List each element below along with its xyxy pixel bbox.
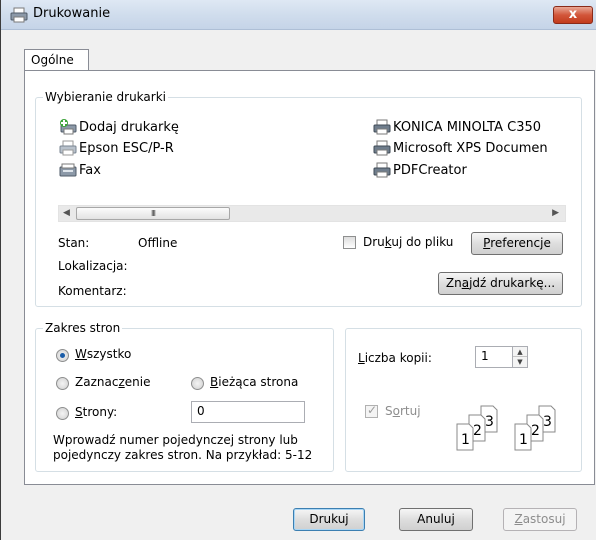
close-button[interactable]: x bbox=[553, 6, 593, 24]
radio-selection[interactable] bbox=[56, 377, 69, 390]
printer-name: KONICA MINOLTA C350 bbox=[393, 119, 542, 135]
page-range-hint-line2: pojedynczy zakres stron. Na przykład: 5-… bbox=[53, 448, 313, 462]
radio-current-page-label[interactable]: Bieżąca strona bbox=[210, 375, 298, 389]
window-title: Drukowanie bbox=[33, 6, 111, 21]
printer-icon bbox=[10, 7, 28, 23]
label-part: trony: bbox=[82, 405, 118, 419]
page-range-legend: Zakres stron bbox=[43, 321, 123, 335]
access-key: o bbox=[392, 404, 400, 418]
printer-item-epson[interactable]: Epson ESC/P-R bbox=[59, 139, 174, 157]
comment-label: Komentarz: bbox=[58, 284, 127, 298]
location-label: Lokalizacja: bbox=[58, 259, 128, 273]
scrollbar-thumb[interactable]: III bbox=[76, 207, 230, 220]
radio-all[interactable] bbox=[56, 349, 69, 362]
collate-checkbox[interactable]: ✓ bbox=[365, 403, 378, 418]
access-key: Z bbox=[514, 512, 523, 526]
access-key: L bbox=[358, 351, 365, 365]
label-part: enie bbox=[124, 375, 151, 389]
tab-general[interactable]: Ogólne bbox=[24, 49, 89, 71]
access-key: a bbox=[461, 276, 470, 290]
radio-pages-label[interactable]: Strony: bbox=[75, 405, 117, 419]
access-key: B bbox=[210, 375, 219, 389]
printer-item-add-printer[interactable]: Dodaj drukarkę bbox=[59, 118, 179, 136]
button-label: astosuj bbox=[522, 512, 566, 526]
printer-name: Fax bbox=[79, 162, 101, 178]
printer-icon bbox=[59, 140, 77, 156]
svg-text:2: 2 bbox=[531, 423, 540, 439]
button-label: referencje bbox=[490, 236, 551, 250]
copies-spinner[interactable]: ▲ ▼ bbox=[512, 346, 528, 368]
radio-pages[interactable] bbox=[56, 407, 69, 420]
printer-name: Dodaj drukarkę bbox=[79, 119, 179, 135]
fax-icon bbox=[59, 163, 77, 177]
svg-text:1: 1 bbox=[461, 432, 470, 448]
radio-all-label[interactable]: Wszystko bbox=[75, 347, 131, 361]
svg-text:1: 1 bbox=[519, 432, 528, 448]
printer-item-konica[interactable]: KONICA MINOLTA C350 bbox=[373, 118, 541, 136]
copies-input[interactable]: 1 bbox=[475, 346, 513, 368]
print-to-file-label[interactable]: Drukuj do pliku bbox=[363, 235, 453, 249]
collate-pages-icon: 3 2 1 3 2 1 bbox=[456, 405, 556, 451]
label-part: uj do pliku bbox=[391, 235, 454, 249]
label-part: iczba kopii: bbox=[364, 351, 432, 365]
page-range-hint-line1: Wprowadź numer pojedynczej strony lub bbox=[53, 433, 298, 447]
tab-general-label: Ogólne bbox=[31, 53, 74, 67]
pages-input[interactable]: 0 bbox=[191, 401, 305, 423]
label-part: rtuj bbox=[399, 404, 421, 418]
status-label: Stan: bbox=[58, 236, 90, 250]
title-bar[interactable]: Drukowanie x bbox=[1, 0, 596, 30]
print-button[interactable]: Drukuj bbox=[293, 508, 365, 531]
printer-icon bbox=[373, 119, 391, 135]
print-dialog: Drukowanie x Ogólne Wybieranie drukarki … bbox=[0, 0, 596, 540]
button-label: Zn bbox=[445, 276, 462, 290]
printer-item-fax[interactable]: Fax bbox=[59, 161, 101, 179]
access-key: W bbox=[75, 347, 87, 361]
radio-selected-dot bbox=[60, 353, 65, 358]
button-label: jdź drukarkę... bbox=[469, 276, 556, 290]
scroll-left-icon[interactable]: ◀ bbox=[63, 208, 70, 218]
printer-selection-legend: Wybieranie drukarki bbox=[43, 90, 168, 104]
print-to-file-checkbox[interactable] bbox=[343, 236, 356, 249]
spin-up-icon[interactable]: ▲ bbox=[513, 347, 527, 357]
close-icon: x bbox=[568, 7, 578, 22]
checkmark-icon: ✓ bbox=[367, 403, 378, 417]
scroll-right-icon[interactable]: ▶ bbox=[552, 208, 559, 218]
printer-name: Microsoft XPS Documen bbox=[393, 140, 548, 156]
preferences-button[interactable]: Preferencje bbox=[471, 232, 563, 255]
svg-text:3: 3 bbox=[485, 414, 494, 430]
printer-list-scrollbar[interactable]: ◀ III ▶ bbox=[58, 205, 566, 222]
apply-button[interactable]: Zastosuj bbox=[503, 508, 577, 531]
printer-name: PDFCreator bbox=[393, 162, 467, 178]
access-key: S bbox=[75, 405, 83, 419]
collate-label[interactable]: Sortuj bbox=[385, 404, 421, 418]
cancel-button[interactable]: Anuluj bbox=[399, 508, 473, 531]
find-printer-button[interactable]: Znajdź drukarkę... bbox=[438, 272, 563, 295]
label-part: Zaznac bbox=[75, 375, 119, 389]
printer-icon bbox=[373, 162, 391, 178]
printer-item-xps[interactable]: Microsoft XPS Documen bbox=[373, 139, 548, 157]
label-part: S bbox=[385, 404, 393, 418]
printer-name: Epson ESC/P-R bbox=[79, 140, 174, 156]
printer-icon bbox=[373, 140, 391, 156]
radio-current-page[interactable] bbox=[191, 377, 204, 390]
radio-selection-label[interactable]: Zaznaczenie bbox=[75, 375, 150, 389]
svg-text:2: 2 bbox=[473, 423, 482, 439]
label-part: Dru bbox=[363, 235, 385, 249]
add-printer-icon bbox=[60, 119, 77, 135]
label-part: ieżąca strona bbox=[218, 375, 299, 389]
status-value: Offline bbox=[138, 236, 178, 250]
label-part: szystko bbox=[86, 347, 132, 361]
scrollbar-grip: III bbox=[150, 209, 156, 218]
svg-text:3: 3 bbox=[543, 414, 552, 430]
spin-down-icon[interactable]: ▼ bbox=[513, 357, 527, 367]
copies-label: Liczba kopii: bbox=[358, 351, 432, 365]
printer-item-pdfcreator[interactable]: PDFCreator bbox=[373, 161, 467, 179]
